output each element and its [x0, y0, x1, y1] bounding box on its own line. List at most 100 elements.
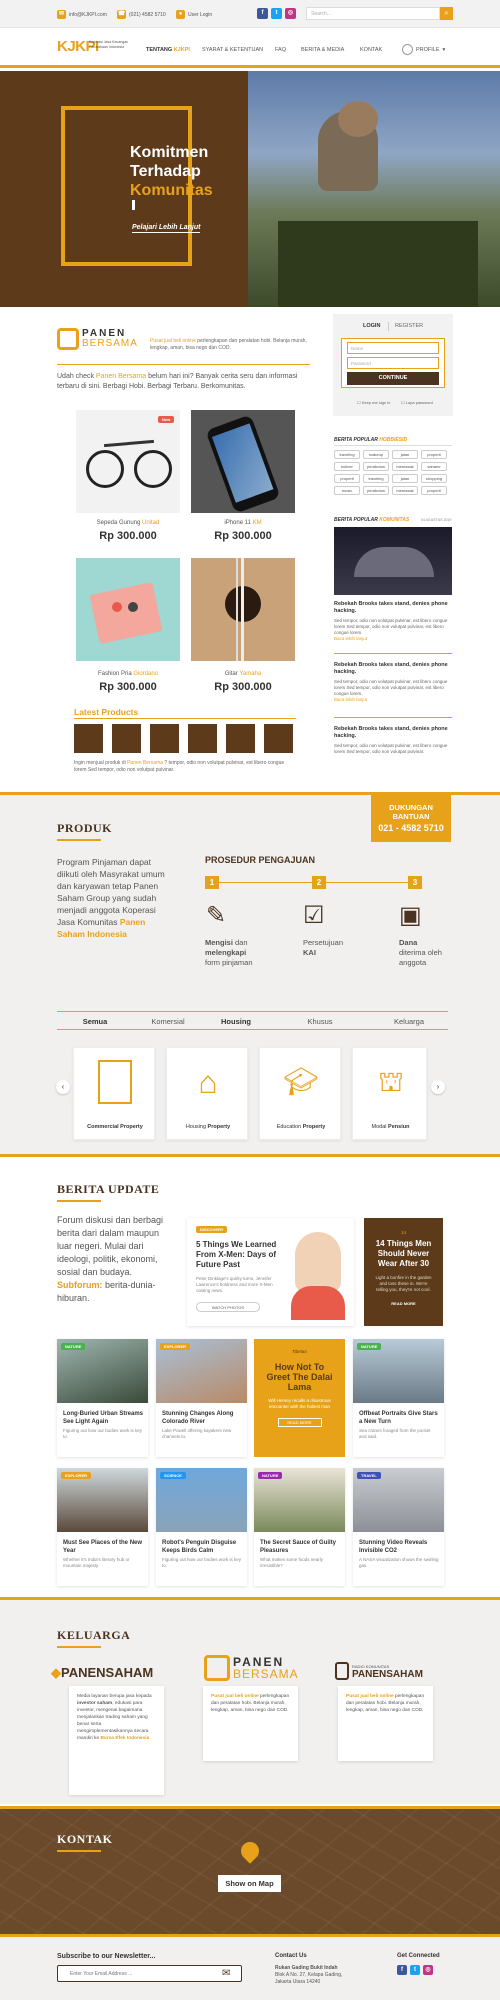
- tab-komersial[interactable]: Komersial: [143, 1017, 193, 1026]
- news-item[interactable]: Rebekah Brooks takes stand, denies phone…: [334, 662, 452, 702]
- tab-semua[interactable]: Semua: [70, 1017, 120, 1026]
- hero-cta-link[interactable]: Pelajari Lebih Lanjut: [132, 224, 201, 233]
- phone-info[interactable]: ☎ (021) 4582 5710: [117, 10, 166, 19]
- search-input[interactable]: Search...: [306, 7, 440, 20]
- nav-berita[interactable]: BERITA & MEDIA: [301, 47, 344, 53]
- tag[interactable]: properti: [334, 474, 360, 483]
- read-more-button[interactable]: READ MORE: [277, 1418, 322, 1427]
- tag[interactable]: jalan: [392, 450, 418, 459]
- berita-section: BERITA UPDATE Forum diskusi dan berbagi …: [0, 1160, 500, 1595]
- panenbersama-logo[interactable]: PANEN BERSAMA: [204, 1655, 299, 1681]
- keluarga-title: KELUARGA: [57, 1628, 131, 1642]
- continue-button[interactable]: CONTINUE: [347, 372, 439, 385]
- tag[interactable]: memasak: [392, 486, 418, 495]
- panensaham-logo[interactable]: ◆PANENSAHAM: [51, 1665, 153, 1681]
- keep-signed-in-checkbox[interactable]: ☐ Keep me sign in: [357, 400, 390, 405]
- feature-article[interactable]: DISCOVERY 5 Things We Learned From X-Men…: [187, 1218, 354, 1326]
- keluarga-section: KELUARGA ◆PANENSAHAM Media layanan berup…: [0, 1597, 500, 1804]
- tag[interactable]: makeup: [363, 450, 389, 459]
- forgot-password-link[interactable]: ☐ Lupa password: [401, 400, 433, 405]
- twitter-icon[interactable]: t: [410, 1965, 420, 1975]
- twitter-icon[interactable]: t: [271, 8, 282, 19]
- product-card-commercial[interactable]: Commercial Property: [73, 1047, 155, 1140]
- tag[interactable]: kuliner: [334, 462, 360, 471]
- nav-faq[interactable]: FAQ: [275, 47, 286, 53]
- search-button[interactable]: ⌕: [440, 7, 453, 20]
- latest-product-thumb[interactable]: [74, 724, 103, 753]
- article-card[interactable]: NATURE The Secret Sauce of Guilty Pleasu…: [254, 1468, 345, 1586]
- tab-housing[interactable]: Housing: [211, 1017, 261, 1026]
- tag[interactable]: music: [334, 486, 360, 495]
- feature-article-2[interactable]: 14 14 Things Men Should Never Wear After…: [364, 1218, 443, 1326]
- nav-syarat[interactable]: SYARAT & KETENTUAN: [202, 47, 263, 53]
- tag[interactable]: properti: [421, 450, 447, 459]
- newsletter-title: Subscribe to our Newsletter...: [57, 1953, 156, 1960]
- tag[interactable]: perabotan: [363, 462, 389, 471]
- tag[interactable]: perabotan: [363, 486, 389, 495]
- keluarga-card: Media layanan berupa jasa kepada investo…: [69, 1686, 164, 1795]
- tab-login[interactable]: LOGIN: [363, 323, 380, 329]
- product-card-housing[interactable]: ⌂ Housing Property: [166, 1047, 248, 1140]
- facebook-icon[interactable]: f: [257, 8, 268, 19]
- tag[interactable]: jalan: [392, 474, 418, 483]
- product-image-fashion[interactable]: [76, 558, 180, 661]
- newsletter-email-input[interactable]: Enter Your Email Address ... ✉: [57, 1965, 242, 1982]
- tab-keluarga[interactable]: Keluarga: [384, 1017, 434, 1026]
- product-card-education[interactable]: 🎓︎ Education Property: [259, 1047, 341, 1140]
- hero-banner: Komitmen Terhadap Komunitas Pelajari Leb…: [0, 71, 500, 307]
- graduation-cap-icon: 🎓︎: [283, 1066, 319, 1097]
- news-item[interactable]: Rebekah Brooks takes stand, denies phone…: [334, 726, 452, 755]
- product-image-guitar[interactable]: [191, 558, 295, 661]
- tag[interactable]: memasak: [392, 462, 418, 471]
- article-card[interactable]: EXPLORER Stunning Changes Along Colorado…: [156, 1339, 247, 1457]
- feature-portrait: [295, 1232, 341, 1292]
- tag[interactable]: shopping: [421, 474, 447, 483]
- tab-khusus[interactable]: Khusus: [295, 1017, 345, 1026]
- tag[interactable]: traveling: [363, 474, 389, 483]
- password-field[interactable]: Password: [347, 357, 439, 369]
- profile-menu[interactable]: PROFILE ▾: [402, 44, 445, 55]
- product-image-bicycle[interactable]: New: [76, 410, 180, 513]
- facebook-icon[interactable]: f: [397, 1965, 407, 1975]
- nav-tentang[interactable]: TENTANG KJKPI: [146, 47, 190, 53]
- piggy-bank-icon: ⛫: [378, 1066, 404, 1097]
- email-info[interactable]: ✉ info@KJKPI.com: [57, 10, 107, 19]
- product-card-pensiun[interactable]: ⛫ Modal Pensiun: [352, 1047, 427, 1140]
- latest-product-thumb[interactable]: [188, 724, 217, 753]
- news-photo[interactable]: [334, 527, 452, 595]
- mail-icon[interactable]: ✉: [222, 1968, 230, 1979]
- popular-title: BERITA POPULAR HOBBIESID: [334, 437, 408, 443]
- tag[interactable]: properti: [421, 486, 447, 495]
- show-on-map-button[interactable]: Show on Map: [218, 1875, 281, 1892]
- tab-register[interactable]: REGISTER: [395, 323, 423, 329]
- keluarga-card: Pusat jual beli online perlengkapan dan …: [203, 1686, 298, 1761]
- instagram-icon[interactable]: ◎: [285, 8, 296, 19]
- article-card[interactable]: SCIENCE Robot's Penguin Disguise Keeps B…: [156, 1468, 247, 1586]
- chevron-left-icon: ‹: [61, 1082, 65, 1091]
- carousel-next-button[interactable]: ›: [431, 1080, 445, 1094]
- name-field[interactable]: Name: [347, 342, 439, 354]
- carousel-prev-button[interactable]: ‹: [56, 1080, 70, 1094]
- article-card[interactable]: TRAVEL Stunning Video Reveals Invisible …: [353, 1468, 444, 1586]
- support-box[interactable]: DUKUNGAN BANTUAN 021 - 4582 5710: [371, 795, 451, 842]
- instagram-icon[interactable]: ◎: [423, 1965, 433, 1975]
- step-number: 2: [312, 876, 326, 889]
- tag[interactable]: traveling: [334, 450, 360, 459]
- latest-product-thumb[interactable]: [226, 724, 255, 753]
- article-card[interactable]: NATURE Long-Buried Urban Streams See Lig…: [57, 1339, 148, 1457]
- article-card[interactable]: EXPLORER Must See Places of the New Year…: [57, 1468, 148, 1586]
- panen-logo-icon: [57, 328, 79, 350]
- nav-kontak[interactable]: KONTAK: [360, 47, 382, 53]
- radio-panensaham-logo[interactable]: RADIO KOMUNITAS PANENSAHAM: [335, 1662, 423, 1680]
- article-card-highlight[interactable]: Tibetan How Not To Greet The Dalai Lama …: [254, 1339, 345, 1457]
- latest-product-thumb[interactable]: [150, 724, 179, 753]
- tag[interactable]: sahamr: [421, 462, 447, 471]
- panen-tagline: Pusat jual beli online perlengkapan dan …: [150, 338, 307, 351]
- user-login-link[interactable]: ● User Login: [176, 10, 212, 19]
- article-card[interactable]: NATURE Offbeat Portraits Give Stars a Ne…: [353, 1339, 444, 1457]
- latest-product-thumb[interactable]: [112, 724, 141, 753]
- latest-product-thumb[interactable]: [264, 724, 293, 753]
- watch-photos-button[interactable]: WATCH PHOTOS: [196, 1302, 260, 1312]
- news-item[interactable]: Rebekah Brooks takes stand, denies phone…: [334, 601, 452, 641]
- product-image-iphone[interactable]: [191, 410, 295, 513]
